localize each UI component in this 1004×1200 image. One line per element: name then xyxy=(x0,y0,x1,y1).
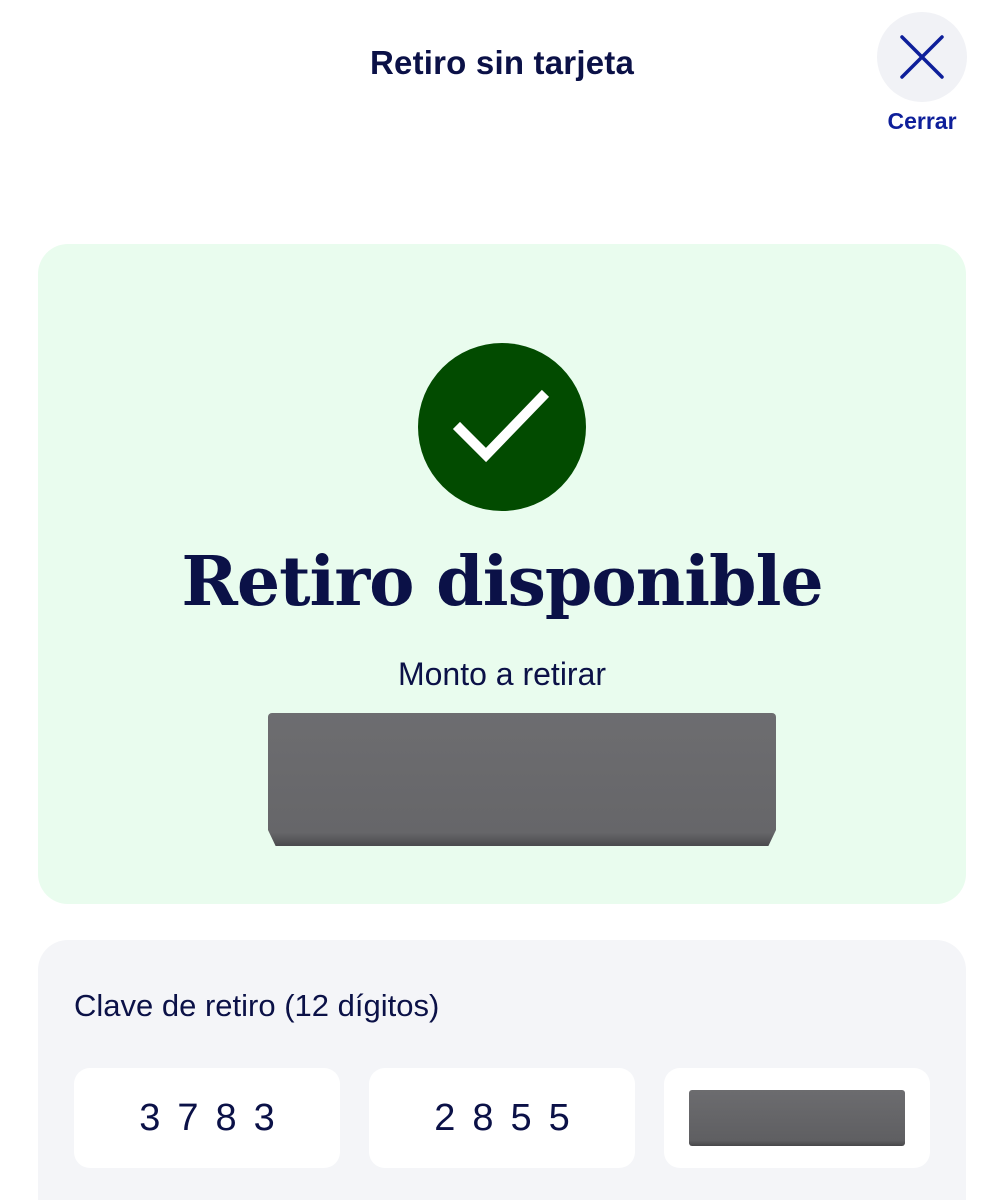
page-title: Retiro sin tarjeta xyxy=(369,44,634,81)
code-group-1: 3783 xyxy=(74,1068,340,1168)
close-button[interactable]: Cerrar xyxy=(876,12,968,140)
code-group-3 xyxy=(664,1068,930,1168)
code-group-2: 2855 xyxy=(369,1068,635,1168)
close-label[interactable]: Cerrar xyxy=(887,108,956,135)
withdrawal-code-panel: Clave de retiro (12 dígitos) 3783 2855 xyxy=(38,940,966,1200)
code-digits-redacted xyxy=(689,1090,905,1146)
status-card: Retiro disponible Monto a retirar xyxy=(38,244,966,904)
withdrawal-screen: Retiro sin tarjeta Cerrar Retiro disponi… xyxy=(0,0,1004,1200)
code-label: Clave de retiro (12 dígitos) xyxy=(74,988,440,1023)
checkmark-icon xyxy=(418,343,586,511)
close-icon[interactable] xyxy=(877,12,967,102)
status-title: Retiro disponible xyxy=(181,542,823,622)
amount-value-redacted xyxy=(268,713,776,846)
code-digits: 2855 xyxy=(434,1096,587,1139)
amount-label: Monto a retirar xyxy=(397,656,607,692)
code-digits: 3783 xyxy=(139,1096,292,1139)
